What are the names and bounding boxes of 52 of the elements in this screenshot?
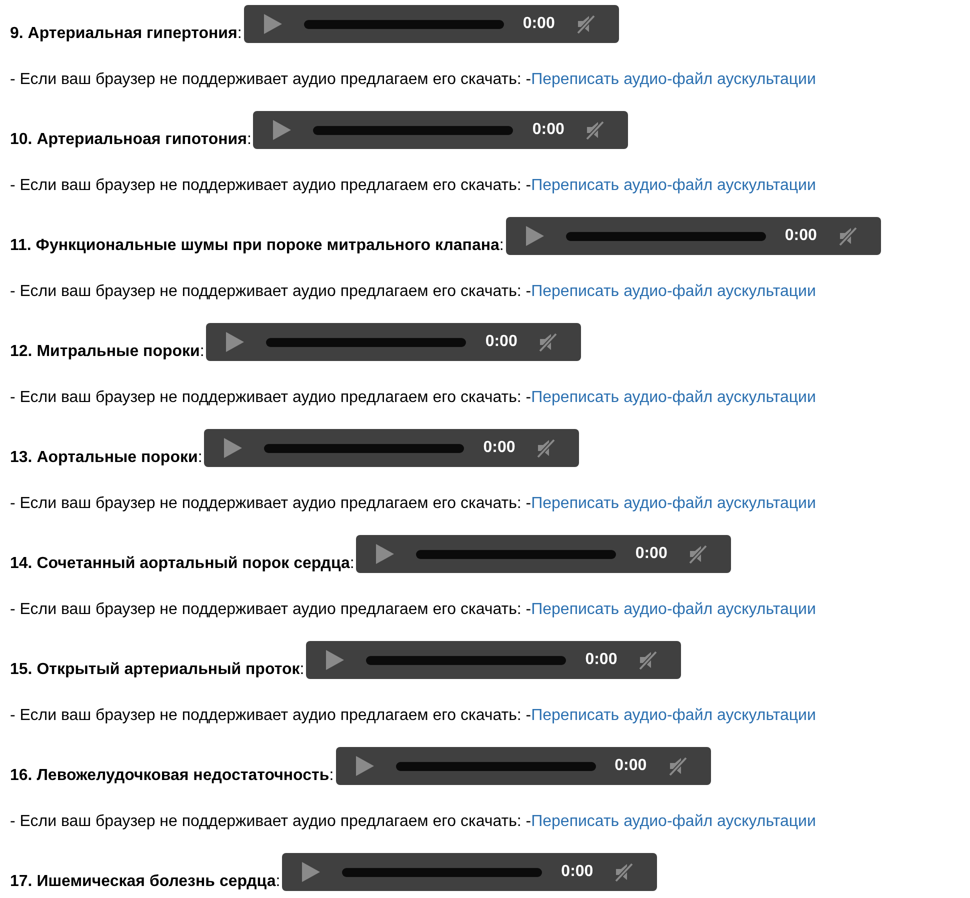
download-link[interactable]: Переписать аудио-файл аускультации (531, 283, 816, 300)
download-link[interactable]: Переписать аудио-файл аускультации (531, 813, 816, 830)
play-button[interactable] (262, 12, 284, 36)
download-note: - Если ваш браузер не поддерживает аудио предлагаем его скачать: -Переписать аудио-файл аускультации (10, 282, 817, 302)
seek-bar[interactable] (566, 232, 766, 240)
time-display: 0:00 (522, 14, 555, 34)
seek-bar[interactable] (366, 656, 566, 664)
download-link[interactable]: Переписать аудио-файл аускультации (531, 601, 816, 618)
download-note: - Если ваш браузер не поддерживает аудио предлагаем его скачать: -Переписать аудио-файл аускультации (10, 70, 817, 90)
play-button[interactable] (524, 224, 546, 248)
play-button[interactable] (324, 648, 346, 672)
time-display: 0:00 (585, 650, 618, 670)
section-heading: 13. Аортальные пороки: (10, 450, 202, 466)
section-heading: 14. Сочетанный аортальный порок сердца: (10, 556, 354, 572)
play-button[interactable] (222, 436, 244, 460)
seek-bar[interactable] (396, 762, 596, 770)
section-heading: 16. Левожелудочковая недостаточность: (10, 768, 334, 784)
download-note: - Если ваш браузер не поддерживает аудио предлагаем его скачать: -Переписать аудио-файл аускультации (10, 812, 817, 832)
section-heading: 12. Митральные пороки: (10, 344, 204, 360)
seek-bar[interactable] (266, 338, 466, 346)
download-note: - Если ваш браузер не поддерживает аудио предлагаем его скачать: -Переписать аудио-файл аускультации (10, 494, 817, 514)
play-button[interactable] (224, 330, 246, 354)
time-display: 0:00 (485, 332, 518, 352)
play-button[interactable] (271, 118, 294, 142)
download-link[interactable]: Переписать аудио-файл аускультации (531, 495, 816, 512)
download-link[interactable]: Переписать аудио-файл аускультации (531, 389, 816, 406)
download-link[interactable]: Переписать аудио-файл аускультации (531, 177, 816, 194)
seek-bar[interactable] (416, 550, 616, 558)
section-heading: 9. Артериальная гипертония: (10, 26, 242, 42)
time-display: 0:00 (614, 756, 647, 776)
download-note: - Если ваш браузер не поддерживает аудио предлагаем его скачать: -Переписать аудио-файл аускультации (10, 176, 817, 196)
seek-bar[interactable] (264, 444, 464, 452)
section-heading: 15. Открытый артериальный проток: (10, 662, 304, 678)
seek-bar[interactable] (342, 868, 542, 876)
time-display: 0:00 (532, 120, 564, 140)
download-note: - Если ваш браузер не поддерживает аудио предлагаем его скачать: -Переписать аудио-файл аускультации (10, 388, 817, 408)
play-button[interactable] (374, 542, 396, 566)
download-link[interactable]: Переписать аудио-файл аускультации (531, 707, 816, 724)
time-display: 0:00 (635, 544, 668, 564)
section-heading: 10. Артериальноая гипотония: (10, 132, 252, 148)
seek-bar[interactable] (304, 20, 504, 28)
time-display: 0:00 (561, 862, 594, 882)
download-note: - Если ваш браузер не поддерживает аудио предлагаем его скачать: -Переписать аудио-файл аускультации (10, 706, 817, 726)
time-display: 0:00 (483, 438, 516, 458)
section-heading: 11. Функциональные шумы при пороке митрального клапана: (10, 238, 504, 254)
section-heading: 17. Ишемическая болезнь сердца: (10, 874, 280, 890)
play-button[interactable] (300, 860, 322, 884)
download-link[interactable]: Переписать аудио-файл аускультации (531, 71, 816, 88)
download-note: - Если ваш браузер не поддерживает аудио предлагаем его скачать: -Переписать аудио-файл аускультации (10, 600, 817, 620)
seek-bar[interactable] (313, 126, 514, 134)
time-display: 0:00 (784, 226, 817, 246)
play-button[interactable] (354, 754, 376, 778)
